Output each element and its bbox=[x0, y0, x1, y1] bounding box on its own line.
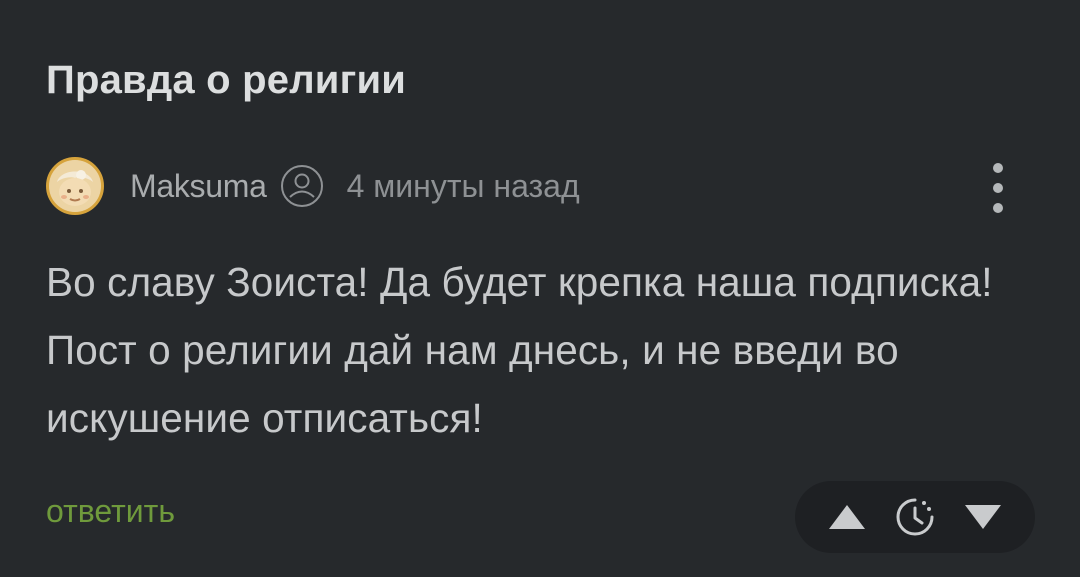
comment-timestamp: 4 минуты назад bbox=[346, 167, 580, 204]
vertical-dots-icon bbox=[993, 163, 1003, 173]
triangle-up-icon bbox=[829, 505, 865, 529]
user-circle-icon bbox=[279, 163, 325, 209]
post-title: Правда о религии bbox=[46, 58, 407, 102]
comment-header: Maksuma 4 минуты назад bbox=[46, 156, 580, 216]
comment-author[interactable]: Maksuma bbox=[130, 168, 267, 205]
more-options-button[interactable] bbox=[983, 163, 1013, 213]
clock-icon bbox=[896, 498, 934, 536]
vote-controls bbox=[795, 481, 1035, 553]
avatar[interactable] bbox=[46, 157, 104, 215]
avatar-image bbox=[49, 160, 101, 212]
triangle-down-icon bbox=[965, 505, 1001, 529]
upvote-button[interactable] bbox=[819, 489, 875, 545]
rating-hidden-indicator[interactable] bbox=[887, 489, 943, 545]
reply-button[interactable]: ответить bbox=[46, 490, 175, 532]
downvote-button[interactable] bbox=[955, 489, 1011, 545]
comment-text: Во славу Зоиста! Да будет крепка наша по… bbox=[46, 259, 993, 441]
